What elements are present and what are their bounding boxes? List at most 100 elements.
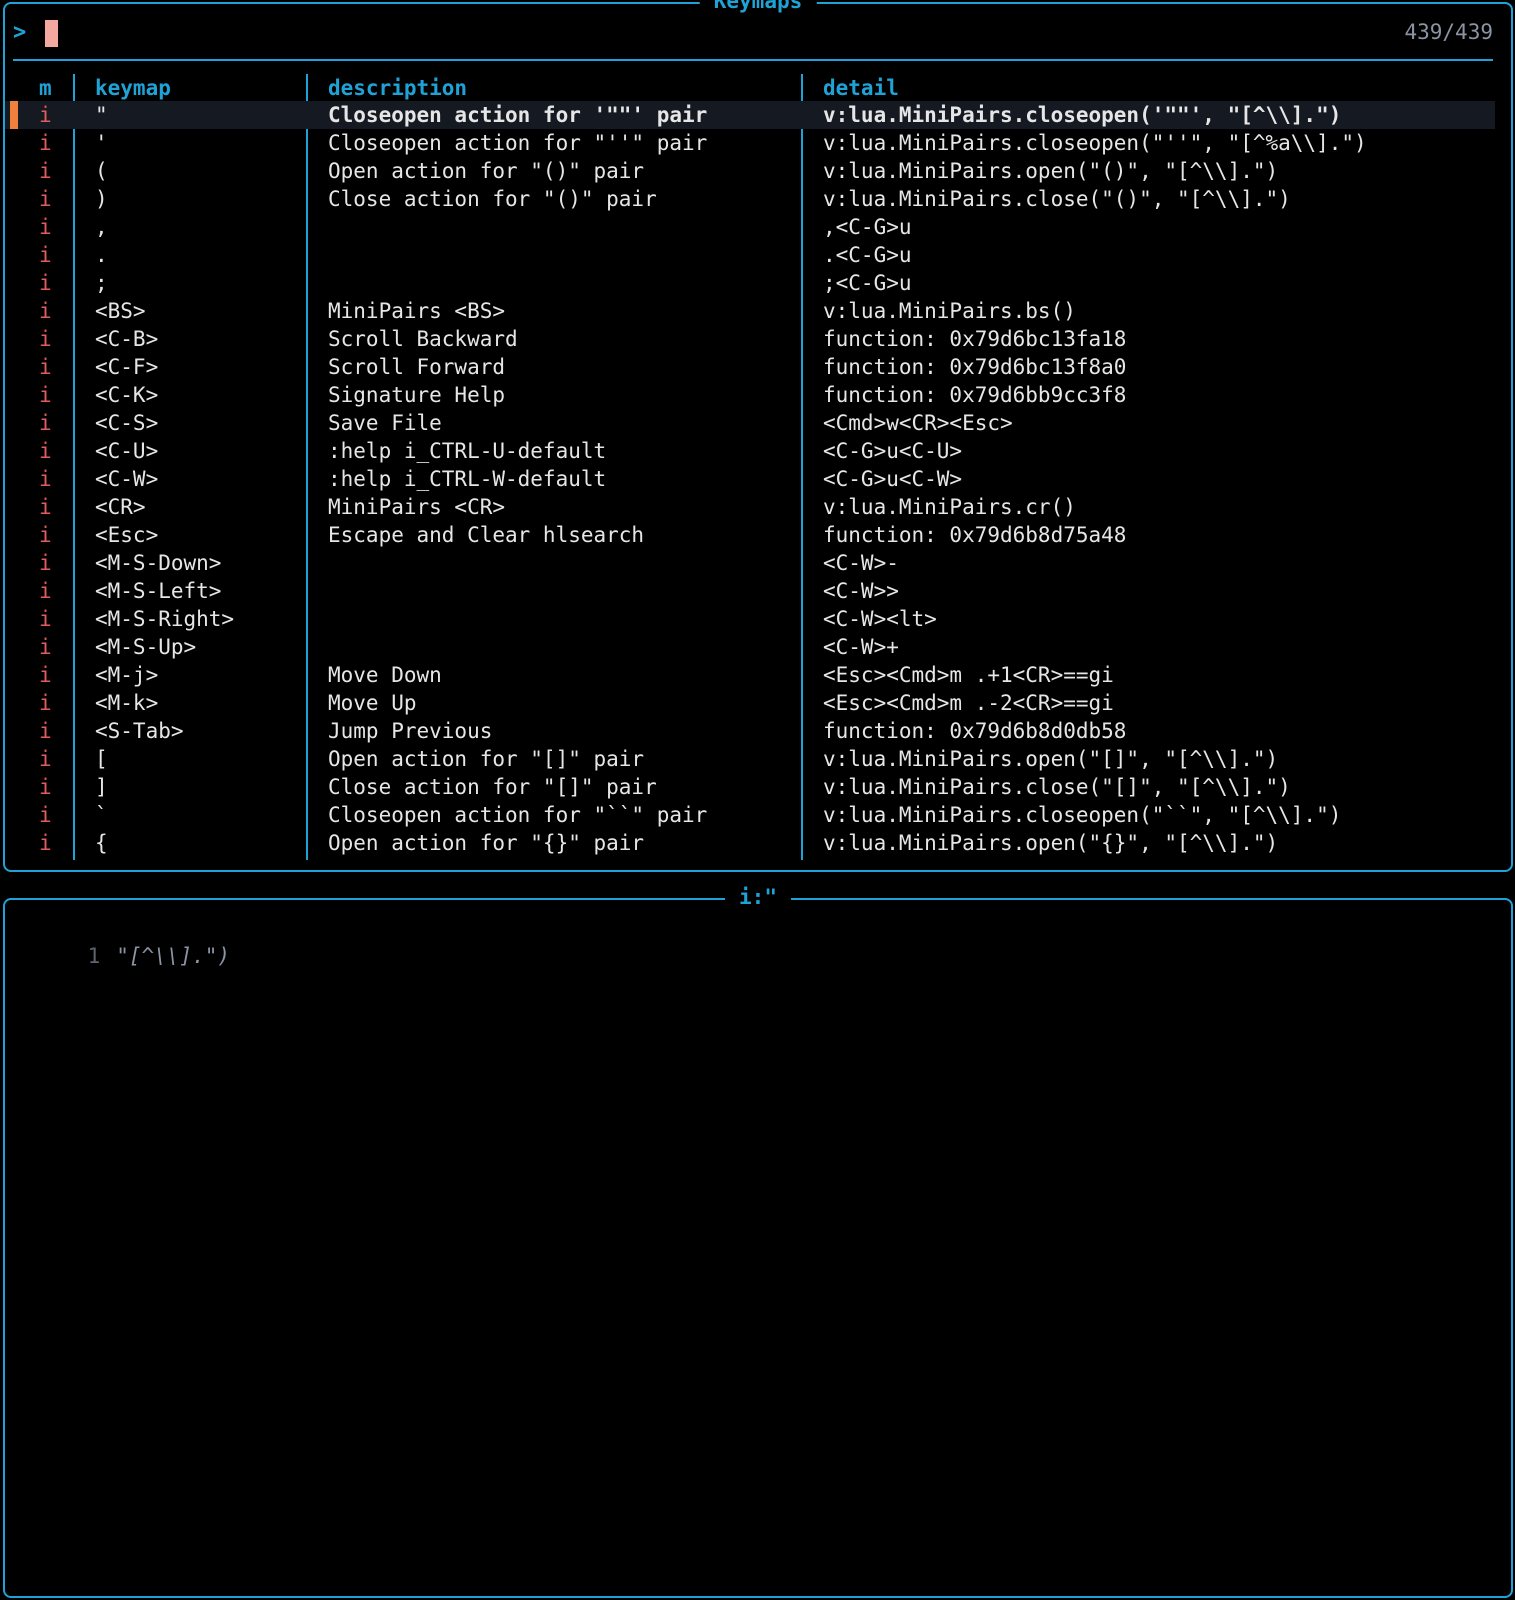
detail-cell: v:lua.MiniPairs.closeopen('""', "[^\\]."… xyxy=(823,103,1342,127)
prompt-symbol: > xyxy=(13,20,27,45)
keymap-cell: <M-S-Down> xyxy=(95,551,222,575)
detail-cell: <C-W><lt> xyxy=(823,607,937,631)
results-list: i " Closeopen action for '""' pair v:lua.Mi… xyxy=(5,101,1495,857)
keymap-cell: ; xyxy=(95,271,108,295)
result-row[interactable]: i ( Open action for "()" pair v:lua.MiniPai… xyxy=(5,157,1495,185)
result-row[interactable]: i] Close action for "[]" pair v:lua.MiniPa… xyxy=(5,773,1495,801)
result-row[interactable]: i <M-j> Move Down <Esc><Cmd>m .+1<CR>==gi xyxy=(5,661,1495,689)
result-row[interactable]: i <C-B> Scroll Backward function: 0x79d6bc1… xyxy=(5,325,1495,353)
result-row[interactable]: i <BS> MiniPairs <BS> v:lua.MiniPairs.bs() xyxy=(5,297,1495,325)
mode-cell: i xyxy=(39,663,52,687)
result-row[interactable]: i <C-W>:help i_CTRL-W-default <C-G>u<C-W> xyxy=(5,465,1495,493)
detail-cell: v:lua.MiniPairs.closeopen("''", "[^%a\\]… xyxy=(823,131,1367,155)
mode-cell: i xyxy=(39,691,52,715)
prompt-separator xyxy=(13,59,1493,61)
detail-cell: function: 0x79d6bb9cc3f8 xyxy=(823,383,1127,407)
result-row[interactable]: i <C-U>:help i_CTRL-U-default <C-G>u<C-U> xyxy=(5,437,1495,465)
detail-cell: <C-W>> xyxy=(823,579,899,603)
keymap-cell: <M-S-Up> xyxy=(95,635,197,659)
keymap-cell: <M-j> xyxy=(95,663,159,687)
detail-cell: v:lua.MiniPairs.cr() xyxy=(823,495,1076,519)
detail-cell: function: 0x79d6b8d75a48 xyxy=(823,523,1127,547)
mode-cell: i xyxy=(39,243,52,267)
mode-cell: i xyxy=(39,579,52,603)
result-row[interactable]: i <Esc> Escape and Clear hlsearch function:… xyxy=(5,521,1495,549)
detail-cell: v:lua.MiniPairs.bs() xyxy=(823,299,1076,323)
column-header-mode: m xyxy=(39,76,52,100)
result-row[interactable]: i <CR> MiniPairs <CR> v:lua.MiniPairs.cr() xyxy=(5,493,1495,521)
keymap-cell: , xyxy=(95,215,108,239)
description-cell: Save File xyxy=(328,411,442,435)
mode-cell: i xyxy=(39,803,52,827)
mode-cell: i xyxy=(39,355,52,379)
description-cell: Scroll Forward xyxy=(328,355,506,379)
detail-cell: function: 0x79d6bc13fa18 xyxy=(823,327,1127,351)
description-cell: Escape and Clear hlsearch xyxy=(328,523,645,547)
result-row[interactable]: i <M-S-Up> <C-W>+ xyxy=(5,633,1495,661)
result-row[interactable]: i. .<C-G>u xyxy=(5,241,1495,269)
description-cell: :help i_CTRL-U-default xyxy=(328,439,607,463)
result-row[interactable]: i <C-F> Scroll Forward function: 0x79d6bc13… xyxy=(5,353,1495,381)
result-row[interactable]: i {Open action for "{}" pair v:lua.MiniPai… xyxy=(5,829,1495,857)
detail-cell: ;<C-G>u xyxy=(823,271,912,295)
description-cell: Closeopen action for "''" pair xyxy=(328,131,708,155)
result-row[interactable]: i <C-K> Signature Help function: 0x79d6bb9c… xyxy=(5,381,1495,409)
detail-cell: v:lua.MiniPairs.open("{}", "[^\\].") xyxy=(823,831,1279,855)
keymap-cell: ' xyxy=(95,131,108,155)
mode-cell: i xyxy=(39,271,52,295)
result-row[interactable]: i ` Closeopen action for "``" pair v:lua.Mi… xyxy=(5,801,1495,829)
mode-cell: i xyxy=(39,467,52,491)
keymap-cell: ( xyxy=(95,159,108,183)
result-row[interactable]: i <C-S> Save File <Cmd>w<CR><Esc> xyxy=(5,409,1495,437)
keymap-cell: <C-S> xyxy=(95,411,159,435)
description-cell: Signature Help xyxy=(328,383,506,407)
detail-cell: ,<C-G>u xyxy=(823,215,912,239)
result-row[interactable]: i; ;<C-G>u xyxy=(5,269,1495,297)
detail-cell: v:lua.MiniPairs.closeopen("``", "[^\\]."… xyxy=(823,803,1342,827)
result-row[interactable]: i [ Open action for "[]" pair v:lua.MiniPai… xyxy=(5,745,1495,773)
result-row[interactable]: i <S-Tab> Jump Previous function: 0x79d6b8d… xyxy=(5,717,1495,745)
result-row[interactable]: i, ,<C-G>u xyxy=(5,213,1495,241)
description-cell: Closeopen action for "``" pair xyxy=(328,803,708,827)
keymap-cell: [ xyxy=(95,747,108,771)
detail-cell: function: 0x79d6bc13f8a0 xyxy=(823,355,1127,379)
result-row[interactable]: i) Close action for "()" pair v:lua.MiniPa… xyxy=(5,185,1495,213)
description-cell: Move Up xyxy=(328,691,417,715)
keymap-cell: <C-K> xyxy=(95,383,159,407)
keymap-cell: <C-B> xyxy=(95,327,159,351)
description-cell: MiniPairs <BS> xyxy=(328,299,506,323)
mode-cell: i xyxy=(39,831,52,855)
keymap-cell: <C-F> xyxy=(95,355,159,379)
mode-cell: i xyxy=(39,719,52,743)
detail-cell: v:lua.MiniPairs.open("[]", "[^\\].") xyxy=(823,747,1279,771)
column-header-keymap: keymap xyxy=(95,76,171,100)
result-row-selected[interactable]: i " Closeopen action for '""' pair v:lua.Mi… xyxy=(5,101,1495,129)
detail-cell: v:lua.MiniPairs.open("()", "[^\\].") xyxy=(823,159,1279,183)
description-cell: MiniPairs <CR> xyxy=(328,495,506,519)
description-cell: Close action for "()" pair xyxy=(328,187,657,211)
keymap-cell: <M-S-Right> xyxy=(95,607,235,631)
mode-cell: i xyxy=(39,635,52,659)
text-cursor xyxy=(45,20,58,47)
result-row[interactable]: i <M-S-Right> <C-W><lt> xyxy=(5,605,1495,633)
mode-cell: i xyxy=(39,299,52,323)
keymap-cell: <CR> xyxy=(95,495,146,519)
mode-cell: i xyxy=(39,159,52,183)
description-cell: Jump Previous xyxy=(328,719,493,743)
result-row[interactable]: i <M-k> Move Up <Esc><Cmd>m .-2<CR>==gi xyxy=(5,689,1495,717)
description-cell: Close action for "[]" pair xyxy=(328,775,657,799)
keymap-cell: ` xyxy=(95,803,108,827)
detail-cell: <Esc><Cmd>m .-2<CR>==gi xyxy=(823,691,1114,715)
description-cell: Open action for "()" pair xyxy=(328,159,645,183)
keymap-cell: . xyxy=(95,243,108,267)
result-row[interactable]: i ' Closeopen action for "''" pair v:lua.Mi… xyxy=(5,129,1495,157)
result-row[interactable]: i <M-S-Down> <C-W>- xyxy=(5,549,1495,577)
keymap-cell: ] xyxy=(95,775,108,799)
mode-cell: i xyxy=(39,747,52,771)
search-prompt[interactable]: > 439/439 xyxy=(13,18,1493,52)
detail-cell: <C-G>u<C-W> xyxy=(823,467,963,491)
result-row[interactable]: i <M-S-Left> <C-W>> xyxy=(5,577,1495,605)
description-cell: Scroll Backward xyxy=(328,327,518,351)
keymap-cell: <M-S-Left> xyxy=(95,579,222,603)
description-cell: Open action for "[]" pair xyxy=(328,747,645,771)
